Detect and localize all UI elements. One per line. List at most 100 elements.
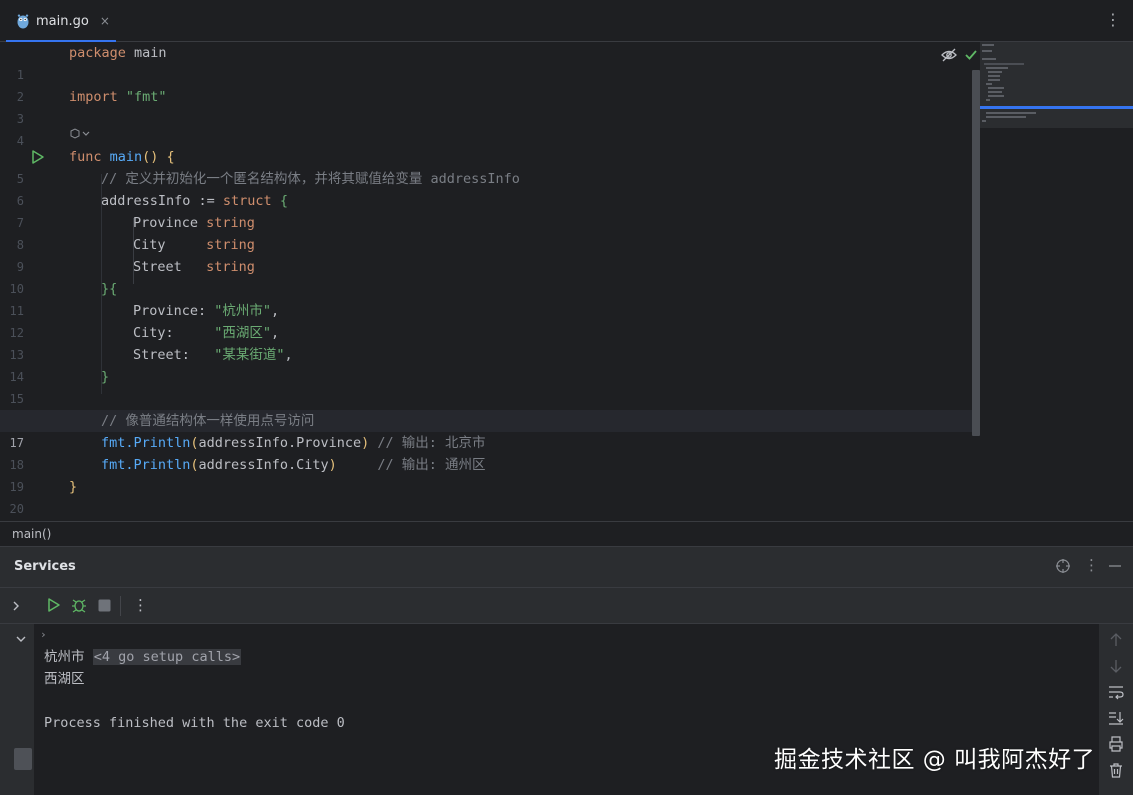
code-token: "杭州市" [214,303,272,319]
fold-marker-icon[interactable]: › [40,624,47,646]
code-token: addressInfo.Province [198,435,362,451]
code-token: Province: [133,303,215,319]
code-token: "fmt" [117,89,167,105]
close-icon[interactable]: × [100,14,110,28]
code-minimap[interactable] [980,42,1133,128]
reader-mode-eye-icon[interactable] [941,48,957,62]
code-token: () [142,149,159,165]
code-comment: // 输出: 北京市 [369,435,486,451]
code-line: 4 [0,108,975,148]
toolbar-separator [120,596,121,616]
run-icon[interactable] [46,597,62,613]
code-token: main [101,149,143,165]
minimap-viewport [980,106,1133,109]
code-line: 7 addressInfo := struct { [0,190,975,230]
code-line: 3 import "fmt" [0,86,975,126]
code-line: 18 fmt.Println(addressInfo.Province) // … [0,432,975,472]
code-line: 21 [0,498,975,520]
stop-icon[interactable] [98,599,111,612]
code-token: ) [328,457,337,473]
scroll-to-end-icon[interactable] [1108,710,1124,726]
code-token: ( [190,435,199,451]
code-line: 6 // 定义并初始化一个匿名结构体，并将其赋值给变量 addressInfo [0,168,975,208]
code-token: ( [190,457,199,473]
code-token: main [125,45,167,61]
soft-wrap-icon[interactable] [1108,684,1124,700]
more-vertical-icon[interactable]: ⋮ [1105,12,1121,28]
breadcrumb-bar: main() [0,521,1133,546]
tree-item[interactable] [14,748,32,770]
arrow-up-icon[interactable] [1108,632,1124,648]
code-line: 8 Province string [0,212,975,252]
code-token: City: [133,325,215,341]
go-file-icon [17,14,29,29]
code-editor[interactable]: 1 package main 2 3 import "fmt" 4 5 func… [0,42,1133,521]
code-line: 10 Street string [0,256,975,296]
code-token: addressInfo.City [198,457,329,473]
code-token: { [158,149,175,165]
tab-main-go[interactable]: main.go × [4,0,116,43]
crosshair-icon[interactable] [1055,558,1071,574]
editor-tab-bar: main.go × ⋮ [0,0,1133,43]
console-line: 杭州市 [44,649,85,665]
code-line: 11 }{ [0,278,975,318]
code-token: } [101,369,110,385]
code-line: 12 Province: "杭州市", [0,300,975,340]
code-line: 9 City string [0,234,975,274]
breadcrumb[interactable]: main() [12,527,51,541]
code-line: 2 [0,64,975,104]
code-token: City [133,237,207,253]
code-token: func [69,149,102,165]
author-inlay-icon[interactable] [69,128,91,143]
code-token: import [69,89,118,105]
code-token: fmt.Println [101,435,191,451]
code-token: Street: [133,347,215,363]
code-comment: // 像普通结构体一样使用点号访问 [101,413,315,429]
code-line-current: 17 // 像普通结构体一样使用点号访问 [0,410,975,450]
code-token: fmt.Println [101,457,191,473]
services-toolbar: ⋮ [0,587,1133,623]
collapsed-setup-calls[interactable]: <4 go setup calls> [92,649,242,665]
console-line: Process finished with the exit code 0 [44,715,345,731]
code-line: 15 } [0,366,975,406]
code-token: Province [133,215,207,231]
more-vertical-icon[interactable]: ⋮ [1084,556,1099,574]
print-icon[interactable] [1108,736,1124,752]
code-line: 20 } [0,476,975,516]
code-token: { [271,193,288,209]
code-token: , [284,347,293,363]
debug-bug-icon[interactable] [71,597,87,613]
watermark: 掘金技术社区 @ 叫我阿杰好了 [774,747,1096,773]
minimize-icon[interactable] [1108,561,1122,571]
code-line: 16 [0,388,975,428]
code-line: 1 package main [0,42,975,82]
trash-icon[interactable] [1108,762,1124,778]
code-token: struct [222,193,272,209]
code-token: addressInfo := [101,193,223,209]
more-vertical-icon[interactable]: ⋮ [133,596,148,614]
arrow-down-icon[interactable] [1108,658,1124,674]
code-line: 19 fmt.Println(addressInfo.City) // 输出: … [0,454,975,494]
check-icon[interactable] [964,48,978,62]
code-line: 14 Street: "某某街道", [0,344,975,384]
code-token: package [69,45,126,61]
console-side-toolbar [1099,623,1133,795]
console-line: 西湖区 [44,671,85,687]
code-token: string [206,259,255,275]
services-header: Services ⋮ [0,547,1133,587]
code-token: "某某街道" [214,347,285,363]
chevron-down-icon[interactable] [15,634,27,644]
services-tree[interactable] [0,623,34,795]
code-token: , [271,325,280,341]
editor-scrollbar[interactable] [972,70,980,436]
expand-chevron-icon[interactable] [11,600,21,612]
code-token: "西湖区" [214,325,272,341]
console-line: › <4 go setup calls> [40,624,242,665]
tab-label: main.go [36,13,89,29]
code-comment: // 输出: 通州区 [336,457,486,473]
run-gutter-icon[interactable] [30,149,46,165]
code-token: string [206,237,255,253]
code-line: 13 City: "西湖区", [0,322,975,362]
code-comment: // 定义并初始化一个匿名结构体，并将其赋值给变量 addressInfo [101,171,520,187]
code-token: } [69,479,78,495]
